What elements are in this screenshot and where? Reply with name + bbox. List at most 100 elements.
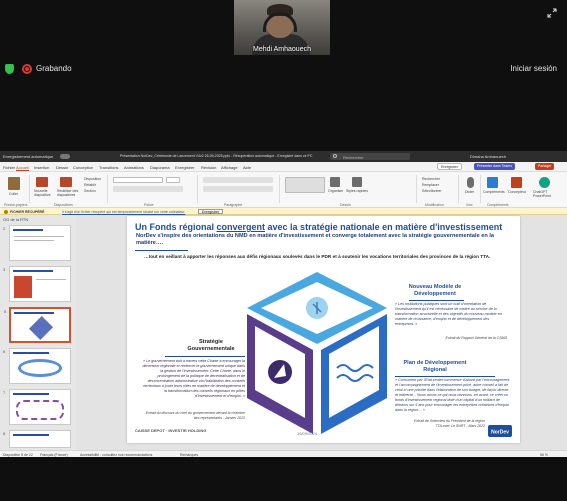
ribbon-group-editing: Rechercher Remplacer Sélectionner Modifi… — [419, 175, 459, 207]
thumb-image — [14, 276, 32, 298]
group-addins-label: Compléments — [487, 203, 509, 207]
list-buttons[interactable] — [203, 177, 273, 183]
tab-accueil[interactable]: Accueil — [16, 165, 29, 171]
quick-styles-icon[interactable] — [352, 177, 362, 187]
participant-name: Mehdi Amhaouech — [253, 46, 311, 53]
tab-animations[interactable]: Animations — [124, 165, 144, 170]
microphone-icon[interactable] — [467, 177, 474, 188]
designer-label: Concepteur — [508, 190, 527, 194]
find-button[interactable]: Rechercher — [422, 177, 440, 181]
font-size-select[interactable] — [166, 177, 180, 183]
search-input[interactable]: Rechercher — [330, 153, 410, 160]
ribbon: Coller Presse-papiers Nouvelle diapositi… — [0, 172, 567, 208]
ribbon-group-voice: Dicter Voix — [461, 175, 481, 207]
recording-dot-icon — [22, 64, 32, 74]
screen: Mehdi Amhaouech Grabando Iniciar sesión … — [0, 0, 567, 501]
tab-diaporama[interactable]: Diaporama — [150, 165, 170, 170]
reset-button[interactable]: Rétablir — [84, 183, 96, 187]
recording-label: Grabando — [36, 64, 72, 73]
thumb-title-bar — [13, 270, 53, 272]
group-slides-label: Diapositives — [54, 203, 73, 207]
tab-insertion[interactable]: Insertion — [34, 165, 49, 170]
pdr-source: Extrait de l'interview du Président de l… — [414, 419, 485, 428]
ribbon-group-slides: Nouvelle diapositive Réutiliser des diap… — [32, 175, 108, 207]
ribbon-group-font: Police — [110, 175, 198, 207]
tab-conception[interactable]: Conception — [73, 165, 93, 170]
thumb-title-bar — [13, 229, 43, 231]
tab-dessin[interactable]: Dessin — [56, 165, 68, 170]
thumbnail-slide-5-selected[interactable]: 5 — [4, 307, 71, 343]
search-placeholder: Rechercher — [343, 154, 364, 160]
language-indicator[interactable]: Français (France) — [40, 453, 68, 457]
search-icon — [333, 154, 337, 158]
chatgpt-icon[interactable] — [539, 177, 550, 188]
thumb-diagram — [18, 359, 62, 377]
slide-title: Un Fonds régional convergent avec la str… — [135, 222, 502, 232]
reuse-slides-icon[interactable] — [60, 177, 72, 187]
ribbon-group-addins: Compléments Concepteur ChatGPT PowerPoin… — [483, 175, 567, 207]
pdr-quote: « Concurrent par l'Etat seulet commence … — [395, 378, 510, 412]
tab-revision[interactable]: Révision — [201, 165, 216, 170]
thumbs-section-header[interactable]: OG de la RTN — [3, 217, 28, 222]
record-button[interactable]: Enregistrer — [437, 163, 463, 170]
tab-affichage[interactable]: Affichage — [221, 165, 238, 170]
slide-counter: Diapositive 5 de 22 — [3, 452, 33, 457]
current-slide[interactable]: Un Fonds régional convergent avec la str… — [127, 216, 520, 443]
new-slide-icon[interactable] — [36, 177, 48, 187]
align-buttons[interactable] — [203, 186, 273, 192]
slide-date: 16/09/2024 — [297, 431, 318, 436]
tab-enregistrer[interactable]: Enregistrer — [175, 165, 195, 170]
cdg-logo: CAISSE DEPOT · INVESTIR HOLDING — [135, 428, 207, 433]
thumb-number: 2 — [3, 226, 6, 231]
slide-canvas: Un Fonds régional convergent avec la str… — [76, 215, 567, 450]
notes-button[interactable]: Remarques — [180, 453, 198, 457]
paste-icon[interactable] — [8, 177, 20, 190]
subtitle-underline — [135, 250, 188, 251]
slide-title-part: avec la stratégie nationale en matière d… — [265, 222, 503, 232]
dictate-label: Dicter — [465, 190, 475, 194]
nmd-quote: « Les institutions publiques sont un out… — [395, 302, 502, 326]
font-name-select[interactable] — [113, 177, 163, 183]
tab-aide[interactable]: Aide — [243, 165, 251, 170]
tab-fichier[interactable]: Fichier — [3, 165, 15, 170]
pdr-title: Plan de Développement Régional — [403, 360, 467, 373]
tab-transitions[interactable]: Transitions — [99, 165, 118, 170]
thumbnail-slide-6[interactable]: 6 — [3, 348, 71, 384]
participant-video-tile[interactable]: Mehdi Amhaouech — [234, 0, 330, 55]
addins-icon[interactable] — [487, 177, 498, 188]
share-button[interactable]: Partager — [535, 163, 555, 170]
designer-icon[interactable] — [511, 177, 522, 188]
present-teams-button[interactable]: Présenter dans Teams — [474, 163, 515, 170]
ppt-status-bar: Diapositive 5 de 22 Français (France) Ac… — [0, 450, 567, 457]
zoom-level[interactable]: 56 % — [540, 453, 548, 457]
accessibility-indicator[interactable]: Accessibilité : consultez nos recommanda… — [80, 453, 152, 457]
thumb-number: 8 — [3, 431, 6, 436]
thumbnail-slide-2[interactable]: 2 — [3, 225, 71, 261]
font-format-buttons[interactable] — [113, 186, 183, 192]
layout-button[interactable]: Disposition — [84, 177, 101, 181]
shapes-gallery[interactable] — [285, 177, 325, 193]
section-button[interactable]: Section — [84, 189, 96, 193]
pdr-separator — [395, 376, 495, 377]
thumb-number: 5 — [4, 309, 7, 314]
recovered-message[interactable]: Il s'agit d'un fichier récupéré qui est … — [62, 210, 185, 214]
thumbnail-slide-3[interactable]: 3 — [3, 266, 71, 302]
thumbnail-slide-7[interactable]: 7 — [3, 389, 71, 425]
thumbnail-slide-8[interactable]: 8 — [3, 430, 71, 448]
replace-button[interactable]: Remplacer — [422, 183, 439, 187]
arrange-icon[interactable] — [330, 177, 340, 187]
shared-powerpoint-window: Enregistrement automatique Présentation … — [0, 151, 567, 457]
arrange-label: Organiser — [328, 189, 344, 193]
quick-styles-label: Styles rapides — [346, 189, 368, 193]
group-paragraph-label: Paragraphe — [224, 203, 243, 207]
nmd-source: Extrait du Rapport Général de la CSMD — [445, 336, 507, 340]
select-button[interactable]: Sélectionner — [422, 189, 441, 193]
save-recovered-button[interactable]: Enregistrer — [198, 208, 224, 214]
shield-icon — [5, 64, 14, 74]
slide-title-underlined: convergent — [216, 222, 266, 232]
thumb-cube — [28, 315, 54, 341]
signin-button[interactable]: Iniciar sesión — [510, 64, 557, 73]
expand-icon[interactable] — [547, 8, 557, 18]
autosave-toggle[interactable] — [60, 154, 70, 159]
nmd-title: Nouveau Modèle de Développement — [408, 284, 462, 297]
